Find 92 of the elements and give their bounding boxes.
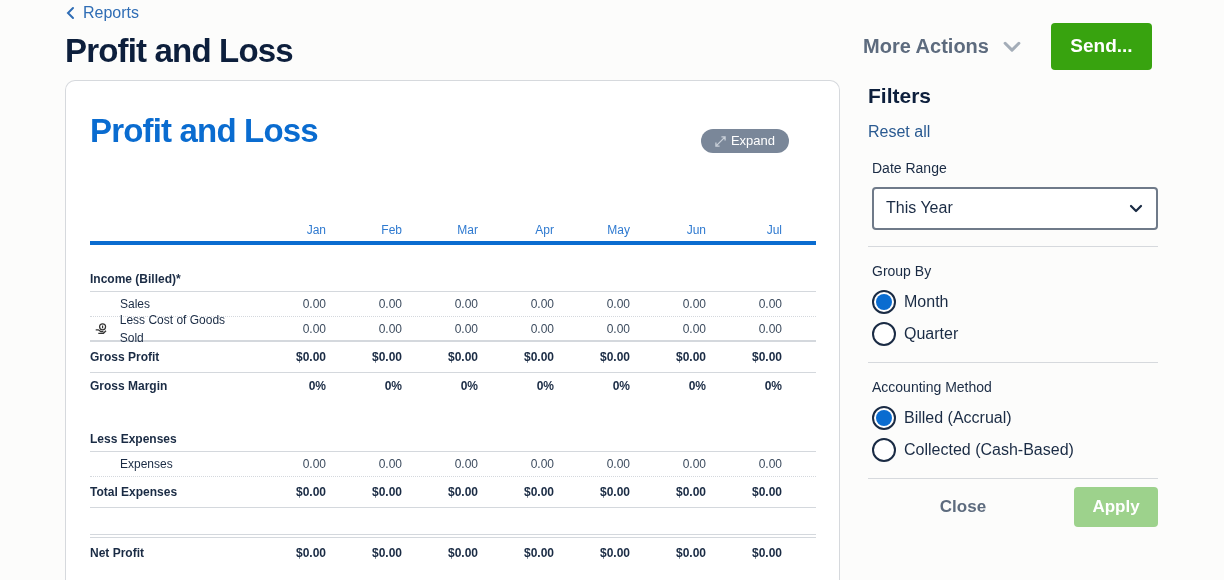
- table-cell-text: 0.00: [377, 320, 402, 338]
- radio-button[interactable]: [872, 405, 896, 430]
- radio-option[interactable]: Month: [872, 289, 1158, 314]
- column-header: Mar: [456, 222, 478, 239]
- table-cell-text: 0%: [535, 378, 554, 395]
- table-cell-text: 0.00: [757, 320, 782, 338]
- radio-label: Quarter: [904, 323, 959, 344]
- report-title: Profit and Loss: [90, 111, 318, 151]
- table-cell-text: $0.00: [522, 349, 554, 366]
- radio-button[interactable]: [872, 289, 896, 314]
- filters-title: Filters: [868, 83, 933, 109]
- more-actions-button[interactable]: More Actions: [863, 31, 1023, 61]
- column-header: Apr: [534, 222, 554, 239]
- table-cell-text: 0.00: [377, 296, 402, 313]
- table-cell-text: $0.00: [294, 545, 326, 562]
- close-button[interactable]: Close: [868, 486, 1058, 527]
- table-cell-text: $0.00: [446, 484, 478, 501]
- table-cell-text: $0.00: [370, 349, 402, 366]
- row-label: Sales: [120, 296, 151, 313]
- table-cell-text: 0.00: [529, 456, 554, 473]
- table-cell-text: $0.00: [294, 484, 326, 501]
- table-cell-text: $0.00: [674, 545, 706, 562]
- date-range-select[interactable]: This Year: [872, 186, 1158, 230]
- table-cell-text: $0.00: [750, 349, 782, 366]
- column-header: May: [606, 222, 630, 239]
- table-cell-text: 0.00: [377, 456, 402, 473]
- radio-label: Billed (Accrual): [904, 407, 1012, 428]
- row-label: Gross Profit: [90, 349, 160, 366]
- coin-hand-icon: [94, 321, 108, 336]
- table-cell-text: $0.00: [750, 484, 782, 501]
- table-cell-text: 0.00: [681, 456, 706, 473]
- table-cell-text: 0.00: [453, 456, 478, 473]
- table-cell-text: $0.00: [674, 349, 706, 366]
- row-label: Expenses: [120, 456, 173, 473]
- row-label: Less Expenses: [90, 431, 177, 448]
- table-cell-text: 0.00: [757, 456, 782, 473]
- table-cell-text: 0.00: [301, 296, 326, 313]
- table-cell-text: 0.00: [681, 296, 706, 313]
- radio-label: Month: [904, 291, 949, 312]
- table-cell-text: 0.00: [605, 456, 630, 473]
- table-cell-text: $0.00: [598, 545, 630, 562]
- page-title: Profit and Loss: [65, 31, 294, 71]
- table-cell-text: 0.00: [605, 296, 630, 313]
- group-label: Group By: [872, 261, 933, 281]
- column-header: Jul: [765, 222, 782, 239]
- back-chevron-icon: [65, 6, 77, 20]
- table-cell-text: 0%: [611, 378, 630, 395]
- table-cell-text: 0.00: [301, 456, 326, 473]
- table-cell-text: $0.00: [522, 545, 554, 562]
- radio-button[interactable]: [872, 321, 896, 346]
- table-cell-text: 0%: [687, 378, 706, 395]
- row-label: Total Expenses: [90, 484, 178, 501]
- row-label: Less Cost of Goods Sold: [119, 311, 227, 347]
- table-cell-text: 0.00: [453, 320, 478, 338]
- table-cell-text: $0.00: [446, 349, 478, 366]
- table-cell-text: 0.00: [757, 296, 782, 313]
- radio-option[interactable]: Collected (Cash-Based): [872, 437, 1158, 462]
- table-cell-text: 0.00: [453, 296, 478, 313]
- expand-arrows-icon: [714, 135, 726, 147]
- group-label: Accounting Method: [872, 377, 993, 397]
- column-header: Jun: [685, 222, 706, 239]
- table-cell-text: 0.00: [301, 320, 326, 338]
- back-link[interactable]: Reports: [65, 1, 840, 25]
- table-cell-text: $0.00: [294, 349, 326, 366]
- expand-button[interactable]: Expand: [700, 129, 789, 153]
- table-cell-text: $0.00: [370, 545, 402, 562]
- table-cell-text: $0.00: [370, 484, 402, 501]
- table-cell-text: 0%: [459, 378, 478, 395]
- column-header: Feb: [380, 222, 402, 239]
- table-cell-text: 0%: [383, 378, 402, 395]
- table-cell-text: $0.00: [446, 545, 478, 562]
- table-cell-text: 0.00: [681, 320, 706, 338]
- row-label: Income (Billed)*: [90, 271, 181, 288]
- table-cell-text: $0.00: [674, 484, 706, 501]
- table-cell-text: $0.00: [750, 545, 782, 562]
- table-cell-text: $0.00: [522, 484, 554, 501]
- field-label: Date Range: [872, 158, 948, 178]
- column-header: Jan: [305, 222, 326, 239]
- radio-button[interactable]: [872, 437, 896, 462]
- table-cell-text: 0.00: [605, 320, 630, 338]
- row-label: Net Profit: [90, 545, 144, 562]
- table-cell-text: $0.00: [598, 349, 630, 366]
- radio-label: Collected (Cash-Based): [904, 439, 1074, 460]
- radio-option[interactable]: Billed (Accrual): [872, 405, 1158, 430]
- table-cell-text: $0.00: [598, 484, 630, 501]
- table-cell-text: 0.00: [529, 320, 554, 338]
- table-cell-text: 0%: [307, 378, 326, 395]
- table-cell-text: 0.00: [529, 296, 554, 313]
- radio-option[interactable]: Quarter: [872, 321, 1158, 346]
- table-cell-text: 0%: [763, 378, 782, 395]
- reset-all-link[interactable]: Reset all: [868, 119, 1224, 144]
- row-label: Gross Margin: [90, 378, 168, 395]
